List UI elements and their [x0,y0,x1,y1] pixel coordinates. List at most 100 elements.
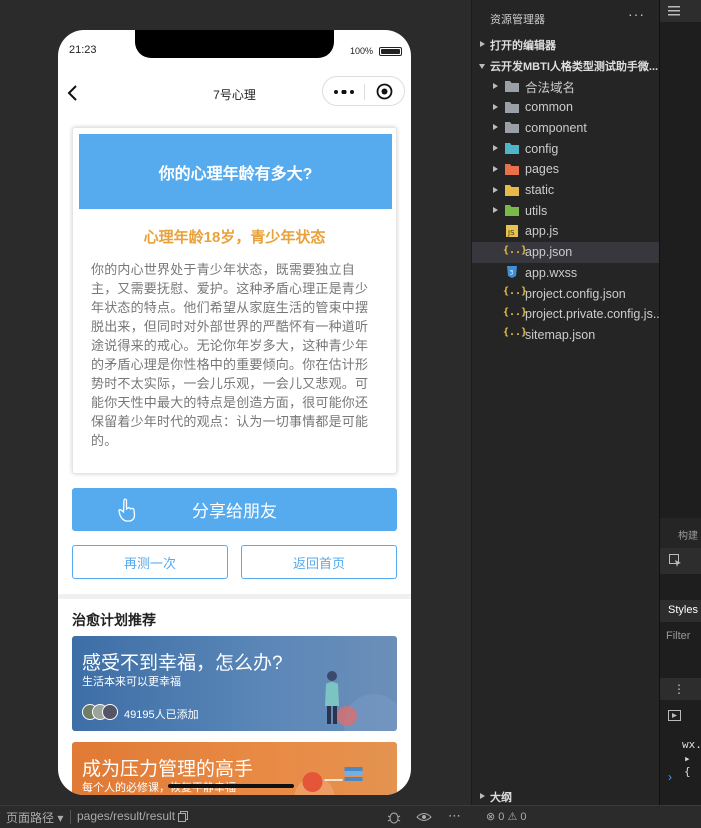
file-item[interactable]: 3 app.wxss [472,262,660,283]
page-path-dropdown[interactable]: 页面路径 ▾ [6,809,63,826]
play-panel-icon[interactable] [668,710,681,721]
recommendation-card[interactable]: 感受不到幸福，怎么办? 生活本来可以更幸福 49195人已添加 [72,636,397,731]
explorer-panel: 资源管理器 ··· 打开的编辑器 云开发MBTI人格类型测试助手微... 合法域… [471,0,660,807]
console-output-object[interactable]: ▸ { [684,752,701,778]
folder-icon [505,101,519,113]
phone-notch [135,30,334,58]
js-file-icon: JS [506,224,518,237]
tree-item-label: utils [525,203,548,218]
inspector-toolbar [660,548,701,574]
tree-item-label: app.js [525,224,559,239]
status-divider [70,810,71,824]
json-file-icon: {..} [503,327,528,339]
tree-item-label: 合法域名 [525,81,576,95]
chevron-right-icon [493,165,498,172]
console-prompt[interactable]: › [668,770,672,784]
section-title: 治愈计划推荐 [72,612,156,628]
folder-icon [505,81,519,92]
tree-item-label: component [525,120,587,135]
chevron-right-icon [493,207,498,214]
folder-item[interactable]: utils [472,200,660,221]
folder-item[interactable]: component [472,117,660,138]
tree-item-label: project.private.config.js... [525,307,660,322]
tree-item-label: project.config.json [525,286,626,301]
folder-icon [505,143,519,155]
folder-item[interactable]: config [472,138,660,159]
folder-item[interactable]: static [472,180,660,201]
preview-eye-icon[interactable] [416,810,432,824]
open-editors-section[interactable]: 打开的编辑器 [472,34,660,55]
page-path: pages/result/result [77,809,176,823]
chevron-right-icon [480,41,485,47]
folder-item[interactable]: common [472,97,660,118]
tree-item-label: common [525,100,573,115]
quiz-title-banner: 你的心理年龄有多大? [79,134,392,209]
file-item[interactable]: {..} project.private.config.js... [472,304,660,325]
close-miniprogram-icon[interactable] [376,83,393,100]
battery-icon [379,47,402,56]
console-output: wx. [682,738,701,751]
devtools-toolbar [660,0,701,22]
chevron-right-icon [480,793,485,799]
bottom-status-bar: 页面路径 ▾ pages/result/result ⋯ ⊗ 0 ⚠ 0 [0,805,701,828]
json-file-icon: {..} [503,306,528,318]
chevron-down-icon [479,64,485,69]
added-count: 49195人已添加 [124,709,199,721]
battery-percent: 100% [350,46,374,56]
tree-item-label: app.json [525,245,573,260]
result-description: 你的内心世界处于青少年状态，既需要独立自主，又需要抚慰、爱护。这种矛盾心理正是青… [91,262,369,448]
recommendation-title: 成为压力管理的高手 [82,759,254,780]
menu-capsule [322,76,405,106]
copy-icon[interactable] [178,811,188,822]
folder-icon [505,205,519,217]
build-bar: 构建 [660,518,701,548]
styles-filter-input[interactable]: Filter [666,630,690,642]
recommendation-title: 感受不到幸福，怎么办? [82,653,283,674]
outline-section[interactable]: 大纲 [472,786,660,807]
folder-item[interactable]: pages [472,159,660,180]
folder-icon [505,122,519,134]
share-button[interactable]: 分享给朋友 [72,488,397,531]
folder-icon [505,184,519,196]
build-label[interactable]: 构建 [678,527,698,542]
home-button[interactable]: 返回首页 [241,545,397,579]
explorer-header: 资源管理器 [490,14,545,26]
problem-counts[interactable]: ⊗ 0 ⚠ 0 [486,810,526,823]
nav-bar: 7号心理 [58,74,411,114]
retake-button[interactable]: 再测一次 [72,545,228,579]
file-item[interactable]: {..} project.config.json [472,283,660,304]
folder-item[interactable]: 合法域名 [472,76,660,97]
more-options-icon[interactable]: ⋯ [448,808,461,824]
status-time: 21:23 [69,44,97,56]
capsule-divider [364,84,365,100]
project-root[interactable]: 云开发MBTI人格类型测试助手微... [472,55,660,76]
more-icon[interactable] [333,90,355,94]
file-item[interactable]: {..} sitemap.json [472,324,660,345]
result-card: 你的心理年龄有多大? 心理年龄18岁，青少年状态 你的内心世界处于青少年状态，既… [72,127,397,474]
css-file-icon: 3 [507,266,517,279]
more-actions-icon[interactable]: ··· [628,6,645,22]
person-illustration-icon [325,671,397,731]
console-toolbar: ⋮ [660,678,701,700]
avatar [102,704,118,720]
section-divider [58,594,411,599]
list-icon[interactable] [668,5,680,16]
styles-tab[interactable]: Styles [660,600,701,622]
chevron-right-icon [493,124,498,131]
bug-icon[interactable] [386,810,402,824]
home-indicator [168,784,294,788]
tree-item-label: static [525,183,555,197]
folder-icon [505,163,519,175]
devtools-panel: 构建 Styles Filter ⋮ wx. ▸ { › [659,0,701,805]
vertical-dots-icon[interactable]: ⋮ [673,682,685,696]
json-file-icon: {..} [503,244,528,256]
svg-text:JS: JS [507,229,515,237]
result-title: 心理年龄18岁，青少年状态 [143,229,326,246]
file-item[interactable]: JS app.js [472,221,660,242]
inspect-element-icon[interactable] [669,554,682,567]
file-item[interactable]: {..} app.json [472,241,660,263]
chevron-right-icon [493,186,498,193]
chevron-right-icon [493,103,498,110]
simulator: 21:23 100% 7号心理 你的心理年龄有多大? 心理年龄18岁，青少年状态… [0,0,470,805]
recommendation-subtitle: 生活本来可以更幸福 [82,676,181,688]
